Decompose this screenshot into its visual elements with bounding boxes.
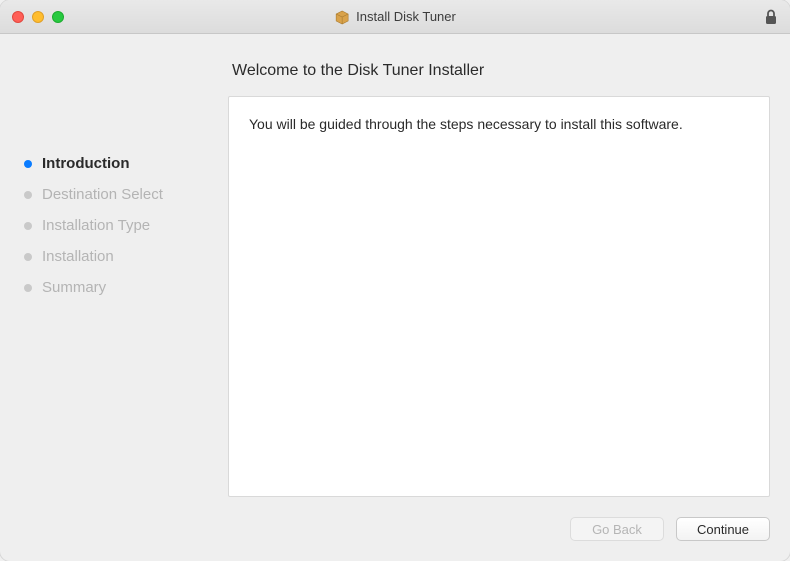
- lock-icon[interactable]: [764, 8, 778, 26]
- sidebar: Introduction Destination Select Installa…: [0, 52, 228, 497]
- content-area: Introduction Destination Select Installa…: [0, 34, 790, 497]
- bullet-icon: [24, 253, 32, 261]
- bullet-icon: [24, 191, 32, 199]
- step-label: Installation: [42, 248, 114, 265]
- step-label: Summary: [42, 279, 106, 296]
- traffic-lights: [12, 11, 64, 23]
- package-icon: [334, 9, 350, 25]
- step-label: Introduction: [42, 155, 129, 172]
- titlebar: Install Disk Tuner: [0, 0, 790, 34]
- minimize-button[interactable]: [32, 11, 44, 23]
- step-installation-type: Installation Type: [24, 210, 228, 241]
- step-summary: Summary: [24, 272, 228, 303]
- step-label: Installation Type: [42, 217, 150, 234]
- main-panel: Welcome to the Disk Tuner Installer You …: [228, 52, 770, 497]
- step-installation: Installation: [24, 241, 228, 272]
- bullet-icon: [24, 222, 32, 230]
- footer: Go Back Continue: [0, 497, 790, 561]
- maximize-button[interactable]: [52, 11, 64, 23]
- go-back-button: Go Back: [570, 517, 664, 541]
- window-title-text: Install Disk Tuner: [356, 9, 456, 24]
- close-button[interactable]: [12, 11, 24, 23]
- installer-window: Install Disk Tuner Introduction Destinat…: [0, 0, 790, 561]
- body-text: You will be guided through the steps nec…: [249, 115, 749, 135]
- page-heading: Welcome to the Disk Tuner Installer: [228, 52, 770, 96]
- bullet-icon: [24, 284, 32, 292]
- step-label: Destination Select: [42, 186, 163, 203]
- step-destination-select: Destination Select: [24, 179, 228, 210]
- window-title: Install Disk Tuner: [334, 9, 456, 25]
- step-introduction: Introduction: [24, 148, 228, 179]
- step-list: Introduction Destination Select Installa…: [24, 148, 228, 303]
- content-panel: You will be guided through the steps nec…: [228, 96, 770, 497]
- continue-button[interactable]: Continue: [676, 517, 770, 541]
- bullet-icon: [24, 160, 32, 168]
